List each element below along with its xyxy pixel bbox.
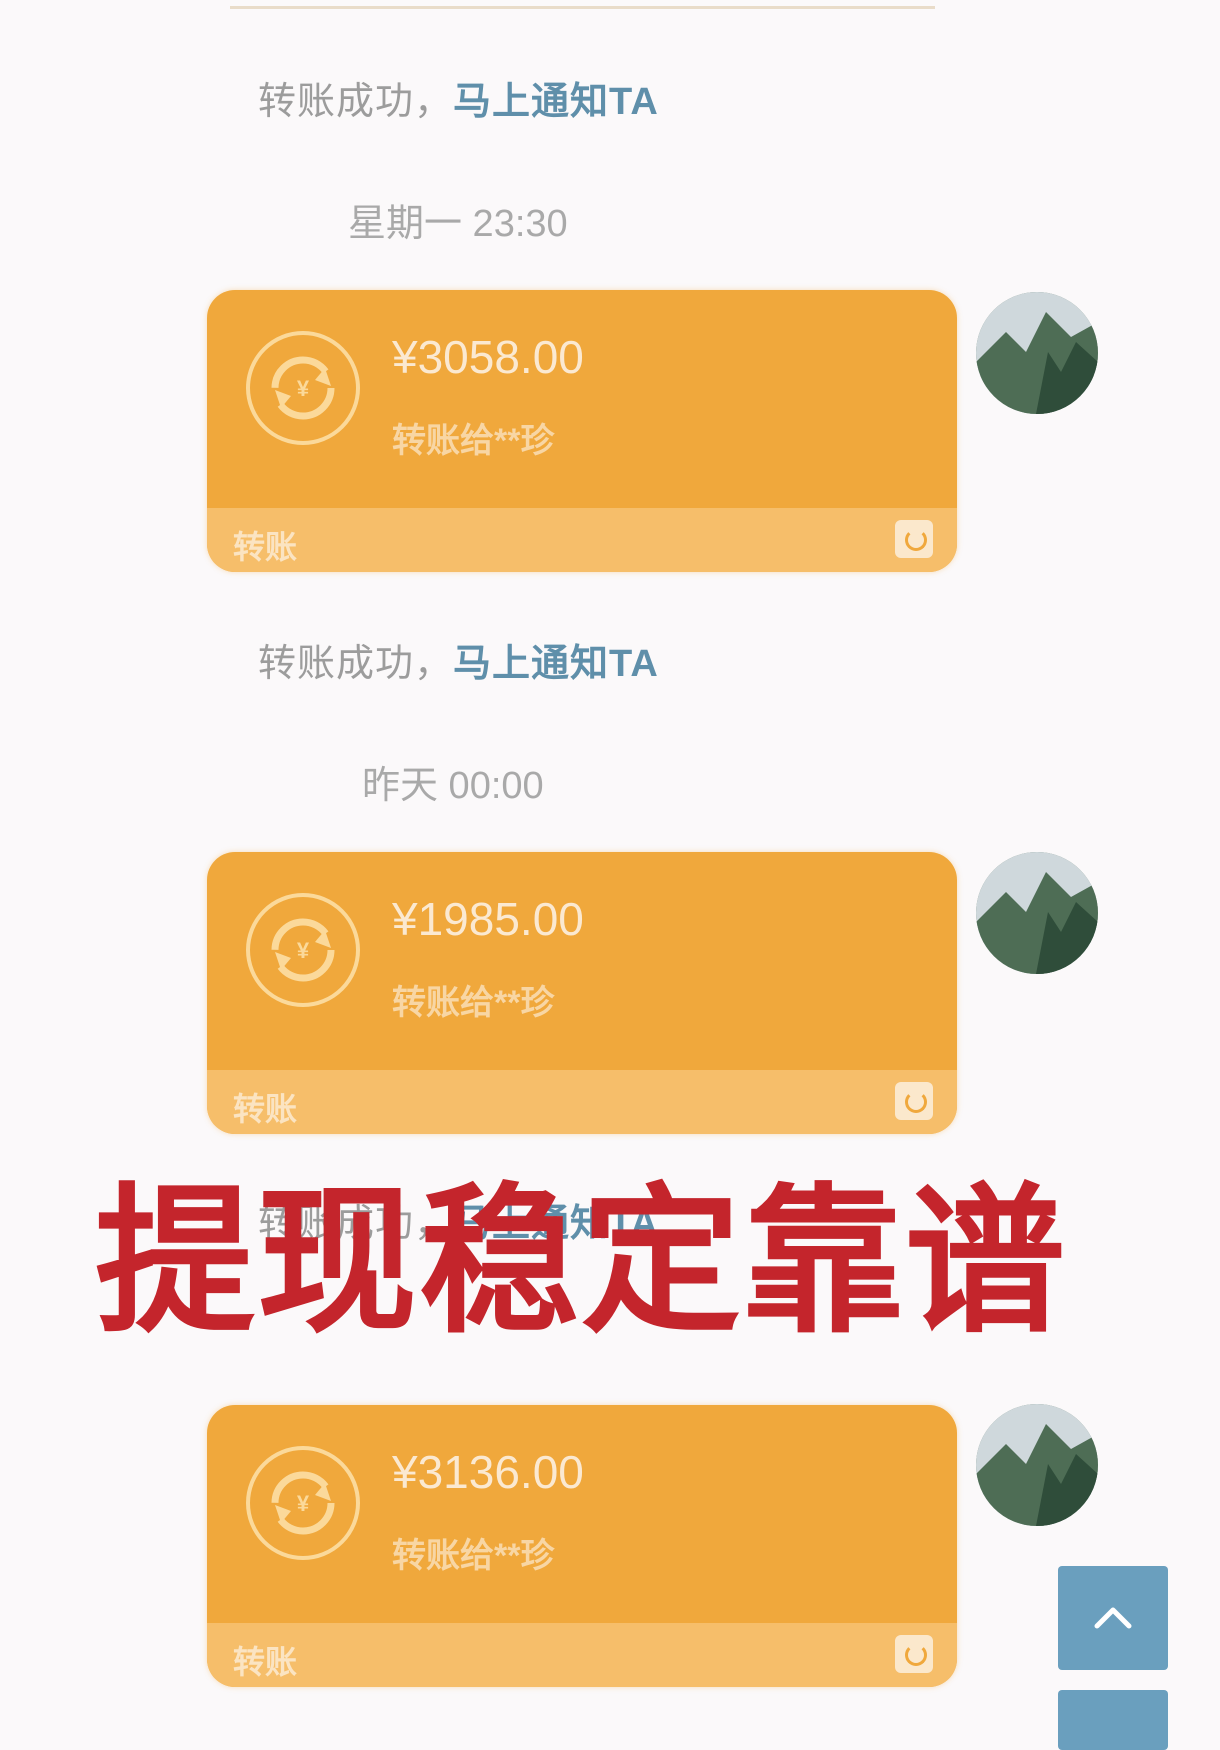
avatar-image (976, 292, 1098, 414)
transfer-success-notice: 转账成功，马上通知TA (258, 632, 659, 687)
message-timestamp: 星期一 23:30 (348, 203, 568, 245)
wallet-icon (895, 520, 933, 558)
transfer-recipient: 转账给**珍 (392, 422, 555, 460)
transfer-card-footer: 转账 (207, 1070, 957, 1134)
avatar[interactable] (976, 1404, 1098, 1526)
transfer-recipient: 转账给**珍 (392, 984, 555, 1022)
avatar-image (976, 852, 1098, 974)
promo-watermark: 提现稳定靠谱 (95, 1172, 1068, 1351)
transfer-card[interactable]: ¥ ¥3058.00 转账给**珍 转账 (207, 290, 957, 572)
transfer-card-body: ¥ ¥3136.00 转账给**珍 (207, 1405, 957, 1623)
wallet-icon (895, 1082, 933, 1120)
transfer-amount: ¥1985.00 (392, 893, 584, 945)
notice-text: 转账成功， (258, 643, 454, 685)
transfer-amount: ¥3136.00 (392, 1446, 584, 1498)
transfer-arrows-icon: ¥ (246, 331, 360, 445)
transfer-card-footer: 转账 (207, 1623, 957, 1687)
transfer-arrows-icon: ¥ (246, 893, 360, 1007)
svg-text:¥: ¥ (297, 1491, 310, 1516)
scroll-secondary-button[interactable] (1058, 1690, 1168, 1750)
top-divider (230, 6, 935, 9)
transfer-amount: ¥3058.00 (392, 331, 584, 383)
scroll-to-top-button[interactable] (1058, 1566, 1168, 1670)
transfer-card[interactable]: ¥ ¥1985.00 转账给**珍 转账 (207, 852, 957, 1134)
transfer-arrows-icon: ¥ (246, 1446, 360, 1560)
notice-text: 转账成功， (258, 81, 454, 123)
chevron-up-icon (1094, 1607, 1132, 1629)
svg-text:¥: ¥ (297, 938, 310, 963)
avatar-image (976, 1404, 1098, 1526)
transfer-card-body: ¥ ¥1985.00 转账给**珍 (207, 852, 957, 1070)
transfer-footer-label: 转账 (233, 1644, 298, 1680)
avatar[interactable] (976, 292, 1098, 414)
transfer-card[interactable]: ¥ ¥3136.00 转账给**珍 转账 (207, 1405, 957, 1687)
transfer-success-notice: 转账成功，马上通知TA (258, 70, 659, 125)
transfer-footer-label: 转账 (233, 1091, 298, 1127)
svg-text:¥: ¥ (297, 376, 310, 401)
transfer-recipient: 转账给**珍 (392, 1537, 555, 1575)
wallet-icon (895, 1635, 933, 1673)
notify-link[interactable]: 马上通知TA (453, 81, 659, 123)
transfer-card-body: ¥ ¥3058.00 转账给**珍 (207, 290, 957, 508)
notify-link[interactable]: 马上通知TA (453, 643, 659, 685)
avatar[interactable] (976, 852, 1098, 974)
message-timestamp: 昨天 00:00 (362, 765, 544, 807)
transfer-footer-label: 转账 (233, 529, 298, 565)
transfer-card-footer: 转账 (207, 508, 957, 572)
